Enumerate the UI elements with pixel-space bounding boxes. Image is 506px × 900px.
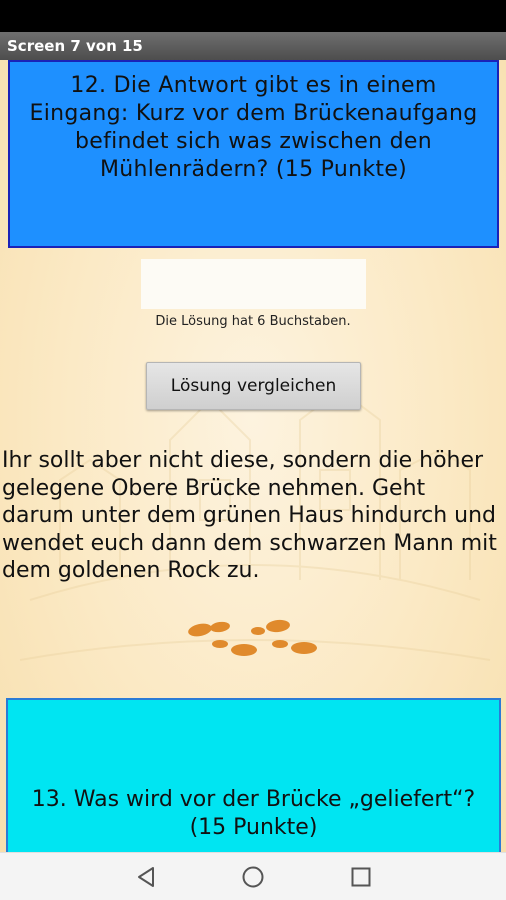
android-navigation-bar — [0, 852, 506, 900]
question-12-box: 12. Die Antwort gibt es in einem Eingang… — [8, 60, 499, 248]
back-triangle-icon[interactable] — [134, 865, 158, 889]
story-text: Ihr sollt aber nicht diese, sondern die … — [2, 448, 497, 583]
screen-counter: Screen 7 von 15 — [7, 37, 143, 55]
footprints-icon — [188, 619, 317, 656]
question-13-text: 13. Was wird vor der Brücke „geliefert“?… — [31, 787, 476, 840]
solution-length-hint: Die Lösung hat 6 Buchstaben. — [155, 314, 351, 329]
app-title-bar: Screen 7 von 15 — [0, 32, 506, 60]
question-12-text: 12. Die Antwort gibt es in einem Eingang… — [29, 73, 478, 182]
scroll-content[interactable]: 12. Die Antwort gibt es in einem Eingang… — [0, 60, 506, 852]
recents-square-icon[interactable] — [349, 865, 373, 889]
compare-solution-button[interactable]: Lösung vergleichen — [146, 362, 361, 410]
home-circle-icon[interactable] — [241, 865, 265, 889]
status-bar — [0, 0, 506, 32]
question-13-box: 13. Was wird vor der Brücke „geliefert“?… — [6, 698, 501, 852]
answer-input[interactable] — [141, 259, 366, 309]
